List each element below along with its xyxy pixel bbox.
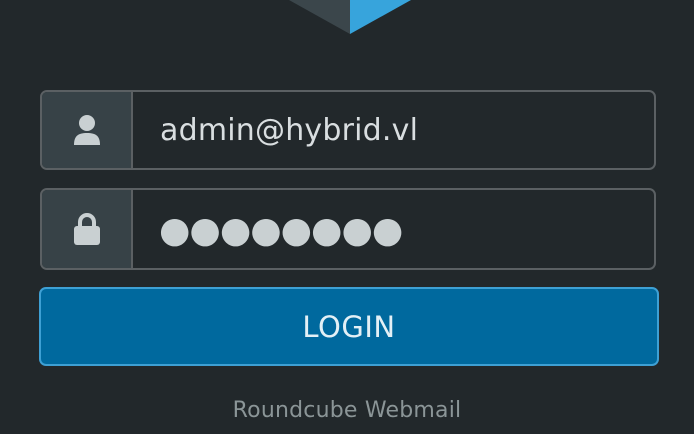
user-icon — [73, 115, 100, 145]
login-button[interactable]: LOGIN — [39, 287, 659, 366]
product-name: Roundcube Webmail — [232, 398, 462, 423]
password-field[interactable]: ●●●●●●●● — [40, 188, 656, 270]
password-input[interactable]: ●●●●●●●● — [133, 190, 654, 268]
username-field[interactable]: admin@hybrid.vl — [40, 90, 656, 170]
roundcube-logo — [289, 0, 411, 34]
login-page: admin@hybrid.vl ●●●●●●●● LOGIN Roundcube… — [0, 0, 694, 434]
lock-icon-cell — [42, 190, 133, 268]
lock-icon — [73, 213, 100, 245]
user-icon-cell — [42, 92, 133, 168]
username-input[interactable]: admin@hybrid.vl — [133, 92, 654, 168]
